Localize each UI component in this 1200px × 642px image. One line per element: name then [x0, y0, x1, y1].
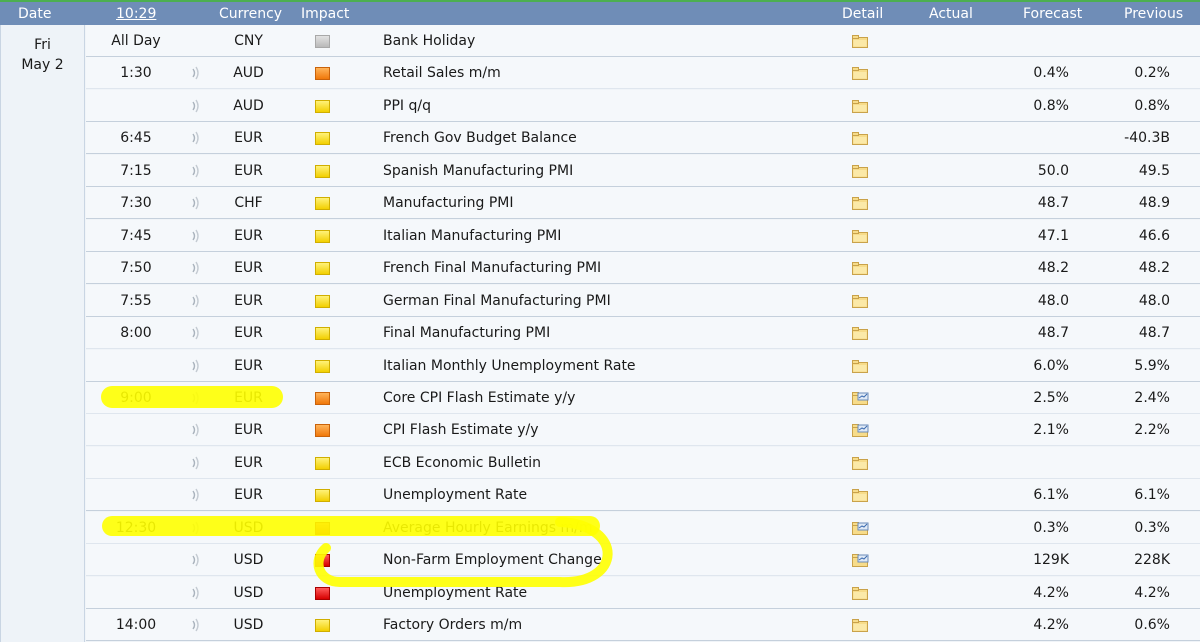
highlighter-marks	[101, 386, 613, 588]
